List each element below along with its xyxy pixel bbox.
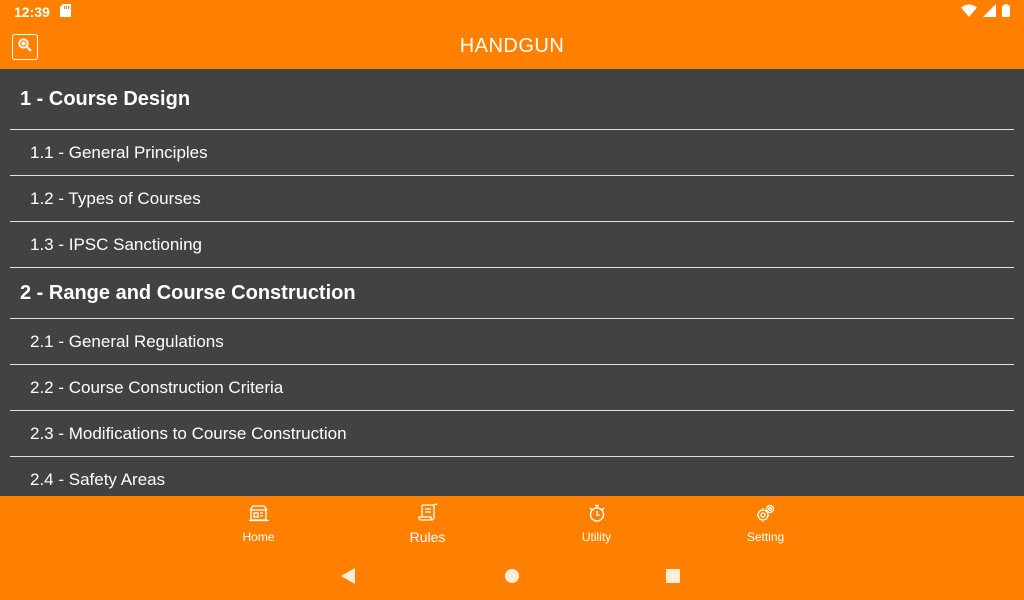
home-icon	[248, 504, 269, 527]
section-header[interactable]: 1 - Course Design	[10, 69, 1014, 130]
list-item[interactable]: 2.1 - General Regulations	[10, 319, 1014, 365]
list-item[interactable]: 2.4 - Safety Areas	[10, 457, 1014, 496]
app-bar: HANDGUN	[0, 24, 1024, 69]
nav-rules[interactable]: Rules	[343, 496, 512, 552]
nav-setting[interactable]: Setting	[681, 496, 850, 552]
nav-rules-label: Rules	[409, 529, 446, 545]
status-time: 12:39	[14, 4, 50, 20]
nav-utility[interactable]: Utility	[512, 496, 681, 552]
status-bar: 12:39	[0, 0, 1024, 24]
list-item[interactable]: 1.2 - Types of Courses	[10, 176, 1014, 222]
section-header[interactable]: 2 - Range and Course Construction	[10, 268, 1014, 319]
search-icon	[17, 37, 33, 58]
recents-button[interactable]	[666, 569, 680, 583]
bottom-nav: Home Rules Utility Setting	[0, 496, 1024, 552]
stopwatch-icon	[587, 504, 607, 527]
list-item[interactable]: 2.2 - Course Construction Criteria	[10, 365, 1014, 411]
page-title: HANDGUN	[459, 35, 565, 57]
signal-icon	[983, 4, 996, 20]
list-item[interactable]: 1.3 - IPSC Sanctioning	[10, 222, 1014, 268]
wifi-icon	[961, 4, 977, 20]
settings-icon	[756, 504, 776, 527]
system-nav-bar	[0, 552, 1024, 600]
list-item[interactable]: 1.1 - General Principles	[10, 130, 1014, 176]
sd-card-icon	[59, 4, 71, 20]
nav-utility-label: Utility	[581, 530, 612, 544]
search-button[interactable]	[12, 34, 38, 60]
nav-home-label: Home	[242, 530, 275, 544]
home-nav-button[interactable]	[505, 569, 519, 583]
rules-list[interactable]: 1 - Course Design 1.1 - General Principl…	[0, 69, 1024, 496]
rules-icon	[417, 503, 438, 526]
battery-icon	[1002, 4, 1010, 20]
back-button[interactable]	[341, 568, 355, 584]
nav-setting-label: Setting	[746, 530, 785, 544]
nav-home[interactable]: Home	[174, 496, 343, 552]
list-item[interactable]: 2.3 - Modifications to Course Constructi…	[10, 411, 1014, 457]
